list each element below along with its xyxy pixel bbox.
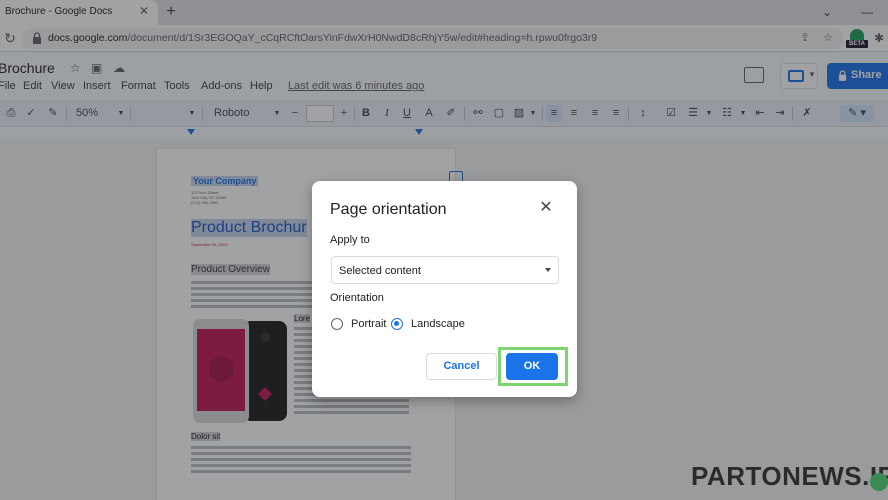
- orientation-label: Orientation: [330, 292, 384, 304]
- portrait-radio[interactable]: [331, 318, 343, 330]
- apply-to-value: Selected content: [339, 265, 421, 277]
- apply-to-select[interactable]: Selected content: [331, 256, 559, 284]
- cancel-button[interactable]: Cancel: [426, 353, 497, 380]
- page-orientation-dialog: Page orientation ✕ Apply to Selected con…: [312, 181, 577, 397]
- chevron-down-icon: [545, 268, 551, 272]
- dialog-title: Page orientation: [330, 201, 447, 218]
- ok-button[interactable]: OK: [506, 353, 558, 380]
- portrait-label[interactable]: Portrait: [351, 318, 386, 330]
- landscape-label[interactable]: Landscape: [411, 318, 465, 330]
- apply-to-label: Apply to: [330, 234, 370, 246]
- landscape-radio[interactable]: [391, 318, 403, 330]
- watermark-logo: [870, 473, 888, 491]
- close-icon[interactable]: ✕: [538, 200, 554, 216]
- watermark: PARTONEWS.IR: [691, 461, 888, 491]
